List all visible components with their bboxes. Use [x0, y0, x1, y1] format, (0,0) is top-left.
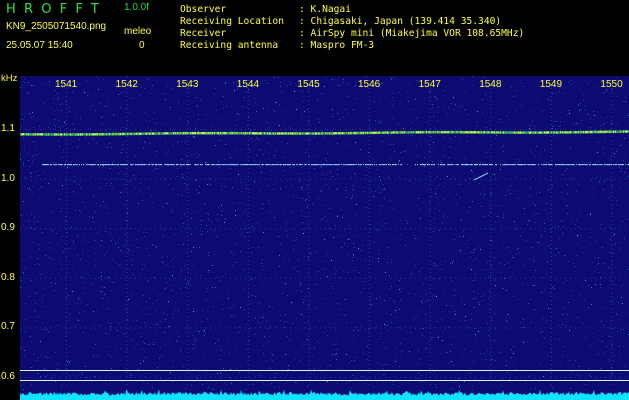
antenna-value: : Maspro FM-3 [299, 40, 375, 51]
meleo-label: meleo [124, 26, 152, 37]
time-tick-label: 1542 [115, 79, 138, 90]
frequency-tick-label: 0.9 [1, 222, 15, 234]
frequency-unit-label: kHz [1, 73, 18, 84]
time-tick-label: 1549 [539, 79, 563, 90]
frequency-tick-label: 0.7 [1, 321, 15, 333]
spectrogram-background [20, 76, 629, 400]
time-tick-label: 1543 [176, 79, 199, 90]
time-tick-label: 1545 [297, 79, 320, 90]
spectrogram-plot [20, 76, 629, 400]
frequency-tick-label: 1.1 [1, 123, 15, 134]
time-tick-label: 1547 [418, 79, 441, 90]
time-tick-label: 1550 [600, 79, 623, 90]
time-tick-label: 1544 [236, 79, 260, 90]
time-tick-label: 1548 [479, 79, 502, 90]
file-name: KN9_2505071540.png [6, 21, 107, 32]
observer-label: Observer [180, 4, 227, 15]
location-label: Receiving Location [180, 16, 284, 27]
observer-value: : K.Nagai [299, 4, 351, 15]
antenna-label: Receiving antenna [180, 40, 279, 51]
spectrogram-canvas [20, 76, 629, 400]
time-tick-label: 1541 [55, 79, 78, 90]
version-label: 1.0.0f [124, 2, 150, 13]
meleo-value: 0 [139, 40, 145, 51]
header-panel: HROFFT 1.0.0f KN9_2505071540.png meleo 2… [0, 0, 629, 73]
receiver-label: Receiver [180, 28, 227, 39]
location-value: : Chigasaki, Japan (139.414 35.340) [299, 16, 502, 27]
app-title: HROFFT [6, 2, 107, 17]
capture-datetime: 25.05.07 15:40 [6, 40, 73, 51]
time-tick-label: 1546 [358, 79, 381, 90]
frequency-tick-label: 1.0 [1, 172, 15, 184]
frequency-tick-label: 0.8 [1, 271, 15, 283]
receiver-value: : AirSpy mini (Miakejima VOR 108.65MHz) [299, 28, 525, 39]
frequency-tick-label: 0.6 [1, 371, 15, 382]
